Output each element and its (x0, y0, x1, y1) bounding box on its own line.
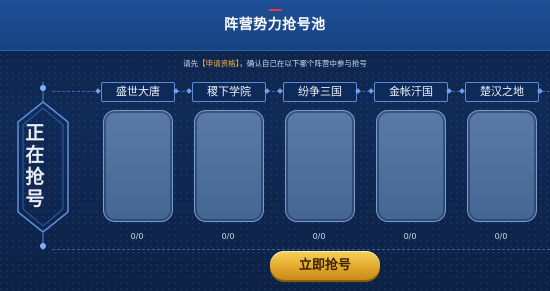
camp-count: 0/0 (130, 232, 144, 241)
page-title: 阵营势力抢号池 (224, 17, 326, 33)
apply-qualification-link[interactable]: 【申请资格】 (198, 59, 239, 68)
camp-name: 金帐汗国 (374, 82, 448, 102)
diamond-ornament-icon (186, 88, 192, 94)
instruction-notice: 请先【申请资格】，确认自己在以下哪个阵营中参与抢号 (0, 58, 550, 69)
camp-name: 盛世大唐 (101, 82, 175, 102)
camp-column: 盛世大唐 0/0 (95, 80, 179, 250)
diamond-ornament-icon (368, 88, 374, 94)
camp-card[interactable] (467, 110, 537, 222)
camp-count: 0/0 (403, 232, 417, 241)
camp-name-plate: 楚汉之地 (459, 80, 543, 102)
title-accent (269, 9, 282, 11)
camp-card[interactable] (194, 110, 264, 222)
camp-name-plate: 金帐汗国 (368, 80, 452, 102)
camp-column: 稷下学院 0/0 (186, 80, 270, 250)
diamond-ornament-icon (277, 88, 283, 94)
camp-card[interactable] (376, 110, 446, 222)
camp-name-plate: 纷争三国 (277, 80, 361, 102)
camp-card[interactable] (285, 110, 355, 222)
notice-suffix: ，确认自己在以下哪个阵营中参与抢号 (239, 59, 367, 68)
camp-count: 0/0 (494, 232, 508, 241)
camp-name-plate: 稷下学院 (186, 80, 270, 102)
status-vertical-label: 正 在 抢 号 (25, 122, 45, 210)
camp-name: 纷争三国 (283, 82, 357, 102)
grab-number-button[interactable]: 立即抢号 (270, 251, 380, 280)
header-bar: 阵营势力抢号池 (0, 0, 550, 51)
camp-count: 0/0 (312, 232, 326, 241)
notice-prefix: 请先 (183, 59, 199, 68)
camp-column: 金帐汗国 0/0 (368, 80, 452, 250)
camp-card[interactable] (103, 110, 173, 222)
camp-column: 楚汉之地 0/0 (459, 80, 543, 250)
camp-count: 0/0 (221, 232, 235, 241)
camp-name: 稷下学院 (192, 82, 266, 102)
camp-name: 楚汉之地 (465, 82, 539, 102)
camp-column: 纷争三国 0/0 (277, 80, 361, 250)
diamond-ornament-icon (95, 88, 101, 94)
camp-name-plate: 盛世大唐 (95, 80, 179, 102)
diamond-ornament-icon (459, 88, 465, 94)
